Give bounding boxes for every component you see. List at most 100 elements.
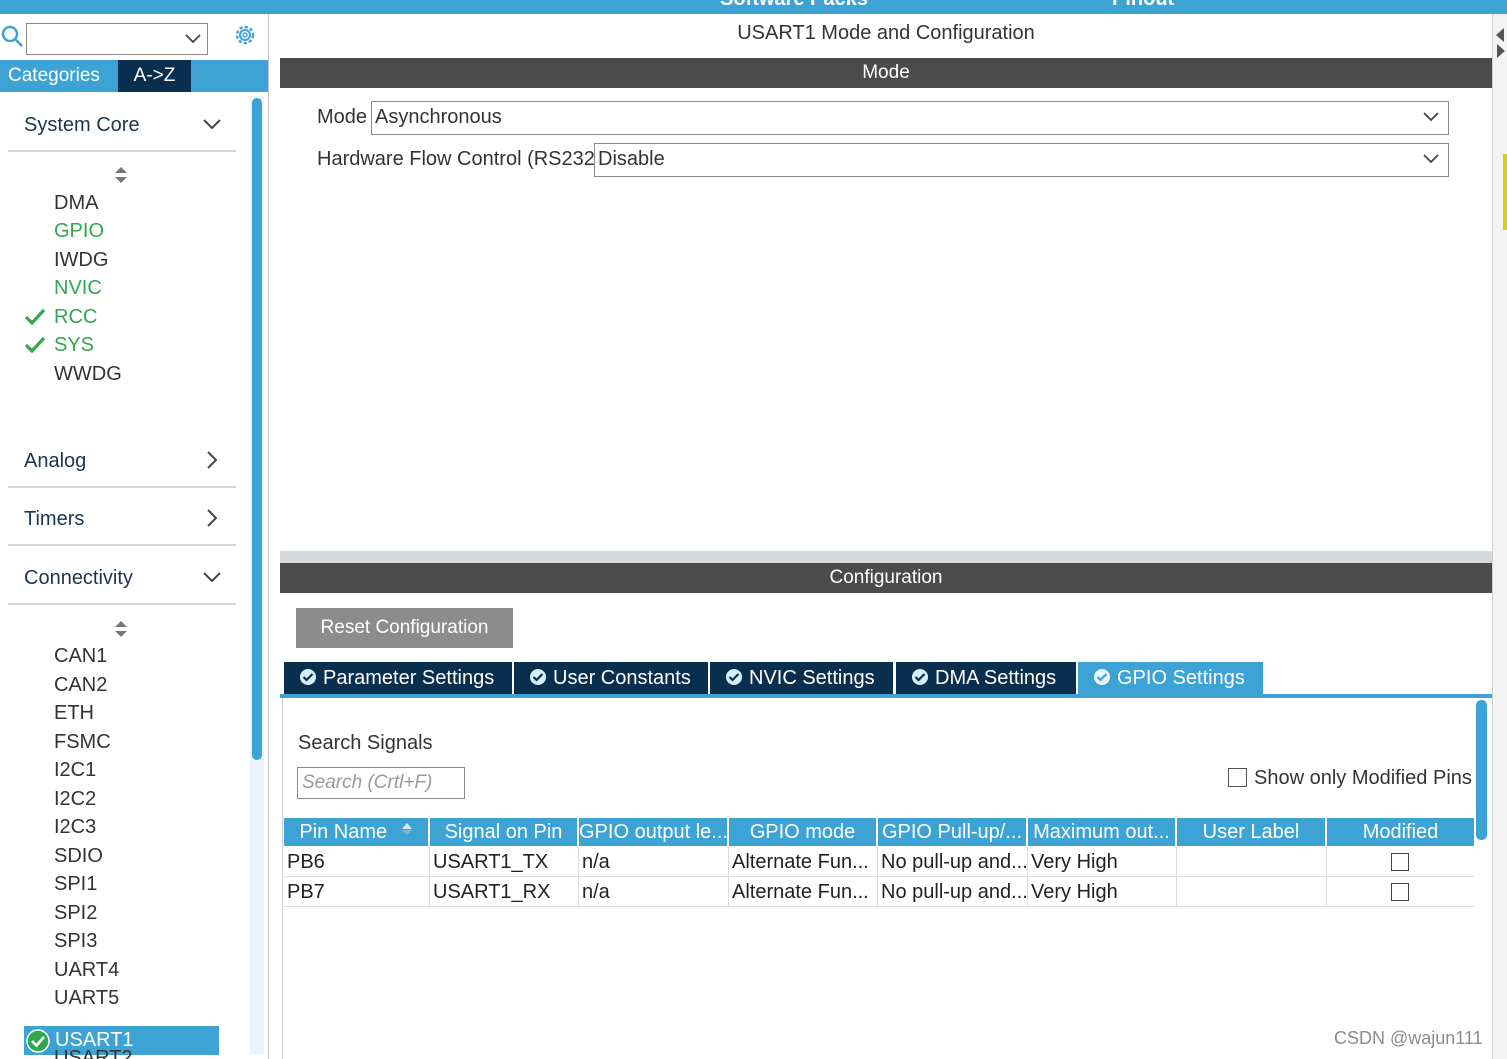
column-header-gpio-pull[interactable]: GPIO Pull-up/... (878, 818, 1028, 846)
cell-modified (1327, 877, 1474, 907)
list-item-uart5[interactable]: UART5 (54, 984, 119, 1012)
sort-ascending-icon (401, 823, 412, 835)
tab-nvic-settings[interactable]: NVIC Settings (710, 662, 893, 694)
sort-icon[interactable] (113, 166, 129, 184)
section-system-core[interactable]: System Core (8, 110, 236, 152)
tab-categories[interactable]: Categories (0, 60, 108, 92)
top-toolbar: Software Packs Pinout (0, 0, 1507, 14)
list-item-can2[interactable]: CAN2 (54, 671, 107, 699)
tab-label: Parameter Settings (323, 667, 495, 689)
flow-control-label: Hardware Flow Control (RS232) (317, 148, 602, 170)
list-item-spi1[interactable]: SPI1 (54, 870, 97, 898)
list-item-usart2[interactable]: USART2 (54, 1044, 174, 1059)
mode-select[interactable]: Asynchronous (371, 101, 1449, 135)
check-circle-icon (26, 1029, 50, 1053)
configuration-section-header: Configuration (280, 563, 1492, 593)
tab-dma-settings[interactable]: DMA Settings (896, 662, 1076, 694)
tab-label: NVIC Settings (749, 667, 875, 689)
section-analog[interactable]: Analog (8, 446, 236, 488)
list-item-can1[interactable]: CAN1 (54, 642, 107, 670)
list-item-sys[interactable]: SYS (54, 331, 94, 359)
category-view-tabs: Categories A->Z (0, 60, 268, 92)
chevron-down-icon (203, 119, 221, 130)
reset-configuration-button[interactable]: Reset Configuration (296, 608, 513, 648)
table-row[interactable]: PB7 USART1_RX n/a Alternate Fun... No pu… (284, 877, 1474, 907)
mode-select-value: Asynchronous (375, 106, 502, 128)
chevron-right-icon (207, 451, 218, 469)
modified-checkbox[interactable] (1391, 883, 1409, 901)
list-item-eth[interactable]: ETH (54, 699, 94, 727)
section-timers[interactable]: Timers (8, 504, 236, 546)
column-header-gpio-mode[interactable]: GPIO mode (729, 818, 878, 846)
collapse-arrows-icon[interactable] (1494, 28, 1507, 58)
gear-icon[interactable] (232, 22, 258, 48)
chevron-down-icon (1423, 112, 1439, 122)
column-header-pin-name[interactable]: Pin Name (284, 818, 430, 846)
list-item-gpio[interactable]: GPIO (54, 217, 104, 245)
tab-user-constants[interactable]: User Constants (514, 662, 708, 694)
flow-control-select-value: Disable (598, 148, 665, 170)
search-signals-label: Search Signals (298, 732, 433, 754)
splitter[interactable] (280, 551, 1492, 563)
page-title: USART1 Mode and Configuration (737, 22, 1035, 44)
list-item-i2c3[interactable]: I2C3 (54, 813, 96, 841)
cell-output-level: n/a (579, 877, 729, 907)
modified-checkbox[interactable] (1391, 853, 1409, 871)
chevron-down-icon (203, 572, 221, 583)
list-item-i2c2[interactable]: I2C2 (54, 785, 96, 813)
cell-max-speed: Very High (1028, 877, 1177, 907)
cell-user-label (1177, 847, 1327, 877)
tab-label: GPIO Settings (1117, 667, 1245, 689)
list-item-uart4[interactable]: UART4 (54, 956, 119, 984)
category-scrollbar-thumb[interactable] (252, 98, 262, 760)
chevron-down-icon[interactable] (185, 33, 201, 45)
tab-a-to-z[interactable]: A->Z (118, 60, 191, 92)
column-header-signal[interactable]: Signal on Pin (430, 818, 579, 846)
column-header-max-output-speed[interactable]: Maximum out... (1028, 818, 1177, 846)
column-header-gpio-output-level[interactable]: GPIO output le... (579, 818, 729, 846)
cell-output-level: n/a (579, 847, 729, 877)
section-label: Timers (24, 508, 85, 530)
list-item-i2c1[interactable]: I2C1 (54, 756, 96, 784)
list-item-rcc[interactable]: RCC (54, 303, 97, 331)
list-item-spi2[interactable]: SPI2 (54, 899, 97, 927)
search-icon[interactable] (0, 24, 24, 48)
check-circle-icon (912, 669, 928, 685)
tab-label: User Constants (553, 667, 691, 689)
show-modified-checkbox[interactable] (1228, 768, 1247, 787)
check-circle-icon (726, 669, 742, 685)
section-connectivity[interactable]: Connectivity (8, 563, 236, 605)
mode-section-header: Mode (280, 58, 1492, 88)
flow-control-select[interactable]: Disable (594, 143, 1449, 177)
cell-pin-name: PB6 (284, 847, 430, 877)
list-item-iwdg[interactable]: IWDG (54, 246, 108, 274)
cell-user-label (1177, 877, 1327, 907)
tab-parameter-settings[interactable]: Parameter Settings (284, 662, 512, 694)
tab-gpio-settings[interactable]: GPIO Settings (1078, 662, 1263, 694)
cell-pull: No pull-up and... (878, 847, 1028, 877)
list-item-sdio[interactable]: SDIO (54, 842, 103, 870)
sort-icon[interactable] (113, 620, 129, 638)
section-label: Analog (24, 450, 87, 472)
list-item-spi3[interactable]: SPI3 (54, 927, 97, 955)
category-search-combo[interactable] (26, 23, 208, 55)
show-modified-label: Show only Modified Pins (1254, 767, 1472, 789)
pinout-menu[interactable]: Pinout (1112, 0, 1174, 11)
list-item-wwdg[interactable]: WWDG (54, 360, 122, 388)
cell-signal: USART1_RX (430, 877, 579, 907)
list-item-nvic[interactable]: NVIC (54, 274, 102, 302)
column-header-modified[interactable]: Modified (1327, 818, 1474, 846)
software-packs-menu[interactable]: Software Packs (720, 0, 868, 11)
list-item-dma[interactable]: DMA (54, 189, 98, 217)
table-row[interactable]: PB6 USART1_TX n/a Alternate Fun... No pu… (284, 847, 1474, 877)
right-collapse-strip[interactable] (1492, 14, 1507, 1059)
check-icon (24, 336, 46, 354)
search-signals-input[interactable] (297, 767, 465, 799)
cell-modified (1327, 847, 1474, 877)
column-header-user-label[interactable]: User Label (1177, 818, 1327, 846)
category-search-bar (0, 20, 268, 60)
list-item-fsmc[interactable]: FSMC (54, 728, 111, 756)
config-scrollbar-thumb[interactable] (1476, 700, 1487, 840)
check-circle-icon (1094, 669, 1110, 685)
column-header-label: Pin Name (299, 821, 388, 843)
